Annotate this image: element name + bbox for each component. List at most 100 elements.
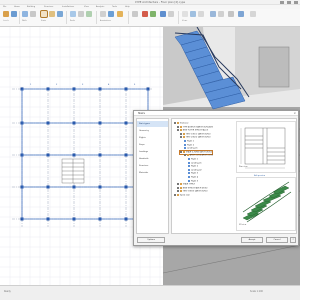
folder-icon: [186, 154, 189, 157]
cancel-button[interactable]: Cancel: [266, 237, 288, 243]
expand-icon[interactable]: [177, 186, 179, 189]
stair-icon: [188, 179, 191, 182]
layer-icon[interactable]: [132, 11, 138, 17]
apply-icon[interactable]: [150, 11, 156, 17]
nav-item-stair-types[interactable]: Stair types: [137, 121, 168, 127]
ribbon-toolbar: Levels Walls Stairs Roofs Annotations Vi…: [0, 9, 300, 27]
render-icon[interactable]: [210, 11, 216, 17]
3d-preview-drawing: [242, 181, 292, 223]
stair-icon: [188, 176, 191, 178]
expand-icon[interactable]: [177, 190, 179, 193]
save-icon[interactable]: [11, 11, 17, 17]
print-icon[interactable]: [168, 11, 174, 17]
folder-icon: [179, 129, 182, 132]
folder-icon: [179, 190, 182, 193]
expand-icon[interactable]: [174, 194, 176, 196]
expand-icon[interactable]: [180, 136, 182, 139]
close-icon[interactable]: [294, 1, 298, 4]
folder-icon: [179, 186, 182, 189]
nav-item-landings[interactable]: Landings: [137, 149, 168, 155]
wall-icon[interactable]: [30, 11, 36, 17]
measure-icon[interactable]: [228, 11, 234, 17]
stair-icon: [184, 143, 187, 146]
expand-icon[interactable]: [177, 125, 179, 128]
window-controls: [280, 1, 298, 4]
nav-item-structure[interactable]: Structure: [137, 163, 168, 169]
status-text: Ready: [4, 290, 11, 293]
stair-icon: [188, 172, 191, 175]
options-button[interactable]: Options: [137, 237, 165, 243]
folder-icon[interactable]: [3, 11, 9, 17]
ribbon-separator: [66, 11, 67, 24]
pan-icon[interactable]: [198, 11, 204, 17]
minimize-icon[interactable]: [280, 1, 284, 4]
roof-icon[interactable]: [70, 11, 76, 17]
ribbon-group-label: Roofs: [70, 20, 75, 22]
floor-icon[interactable]: [49, 11, 55, 17]
plan-preview-caption: Plan view: [239, 166, 248, 168]
nav-item-handrails[interactable]: Handrails: [137, 156, 168, 162]
svg-text:1: 1: [30, 84, 32, 86]
folder-icon: [176, 122, 179, 124]
svg-text:4: 4: [108, 84, 110, 86]
folder-icon: [179, 183, 182, 186]
dialog-title: Stairs: [138, 112, 145, 115]
export-icon[interactable]: [160, 11, 166, 17]
window-icon[interactable]: [250, 11, 256, 17]
door-frame: [258, 46, 290, 88]
plan-preview-drawing: [240, 127, 286, 169]
stair-icon: [188, 158, 191, 160]
tree-node[interactable]: Spiral stair: [174, 194, 190, 197]
scale-readout: Scale 1:100: [250, 290, 263, 293]
dialog-title-bar: Stairs ×: [134, 111, 298, 116]
folder-icon: [182, 150, 185, 153]
stair-icon: [184, 140, 187, 142]
expand-icon[interactable]: [180, 150, 182, 153]
ribbon-separator: [96, 11, 97, 24]
dialog-content-panel: Staircase TYPE ASTRUCT/ARCH 05/50/AT5 NE…: [171, 118, 297, 234]
ribbon-group-label: Annotations: [100, 20, 111, 22]
nav-item-steps[interactable]: Steps: [137, 142, 168, 148]
dialog-footer: Options Accept Cancel ?: [134, 235, 298, 245]
plan-stair-core: [61, 158, 85, 184]
expand-icon[interactable]: [184, 154, 186, 157]
slab-icon[interactable]: [86, 11, 92, 17]
stair-icon: [188, 161, 191, 164]
opening-icon[interactable]: [57, 11, 63, 17]
accept-button[interactable]: Accept: [241, 237, 263, 243]
ribbon-separator: [128, 11, 129, 24]
expand-icon[interactable]: [180, 132, 182, 135]
view-icon[interactable]: [108, 11, 114, 17]
delete-icon[interactable]: [142, 11, 148, 17]
3d-preview: 3D view: [236, 177, 296, 231]
column-icon[interactable]: [78, 11, 84, 17]
ribbon-separator: [178, 11, 179, 24]
help-button[interactable]: ?: [290, 237, 296, 243]
plan-beams: [21, 88, 149, 220]
nav-item-materials[interactable]: Materials: [137, 170, 168, 176]
ribbon-group-label: Levels: [3, 20, 9, 22]
nav-item-geometry[interactable]: Geometry: [137, 128, 168, 134]
expand-icon[interactable]: [177, 129, 179, 132]
stairs-tool-icon[interactable]: [40, 10, 48, 18]
annotation-icon[interactable]: [117, 11, 123, 17]
section-icon[interactable]: [218, 11, 224, 17]
ribbon-group-label: Walls: [22, 20, 27, 22]
stairs-dialog: Stairs × Stair types Geometry Flights St…: [133, 110, 299, 246]
settings-icon[interactable]: [238, 11, 244, 17]
stair-icon: [184, 147, 187, 150]
expand-icon[interactable]: [177, 183, 179, 186]
expand-icon[interactable]: [174, 122, 176, 124]
orbit-icon[interactable]: [190, 11, 196, 17]
level-icon[interactable]: [22, 11, 28, 17]
dimension-icon[interactable]: [100, 11, 106, 17]
svg-text:3: 3: [82, 84, 84, 86]
ribbon-group-label: Views: [182, 20, 188, 22]
preview-link[interactable]: Edit preview: [254, 175, 265, 177]
maximize-icon[interactable]: [287, 1, 291, 4]
close-icon[interactable]: ×: [293, 111, 296, 116]
nav-item-flights[interactable]: Flights: [137, 135, 168, 141]
stair-icon: [188, 168, 191, 171]
zoom-icon[interactable]: [182, 11, 188, 17]
folder-icon: [179, 125, 182, 128]
